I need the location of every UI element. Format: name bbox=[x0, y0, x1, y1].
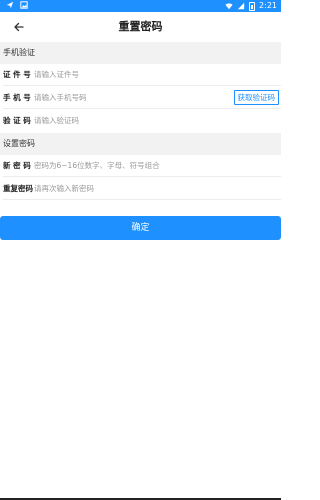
repeat-password-row[interactable]: 重复密码 请再次输入新密码 bbox=[0, 178, 281, 200]
page-title: 重置密码 bbox=[118, 20, 163, 33]
phone-number-row[interactable]: 手 机 号 请输入手机号码 获取验证码 bbox=[0, 87, 281, 109]
divider bbox=[3, 199, 281, 200]
verify-code-row[interactable]: 验 证 码 请输入验证码 bbox=[0, 110, 281, 132]
divider bbox=[3, 176, 281, 177]
repeat-password-label: 重复密码 bbox=[3, 184, 33, 193]
new-password-input[interactable]: 密码为6~16位数字、字母、符号组合 bbox=[34, 155, 160, 177]
wifi-icon bbox=[225, 3, 233, 10]
repeat-password-input[interactable]: 请再次输入新密码 bbox=[34, 178, 94, 200]
signal-icon bbox=[237, 2, 245, 10]
new-password-row[interactable]: 新 密 码 密码为6~16位数字、字母、符号组合 bbox=[0, 155, 281, 177]
image-icon bbox=[20, 1, 28, 9]
verify-code-label: 验 证 码 bbox=[3, 116, 31, 125]
id-number-input[interactable]: 请输入证件号 bbox=[34, 64, 79, 86]
id-number-label: 证 件 号 bbox=[3, 70, 31, 79]
nav-bar: 重置密码 bbox=[0, 12, 281, 42]
divider bbox=[3, 85, 281, 86]
phone-number-label: 手 机 号 bbox=[3, 93, 31, 102]
verify-code-input[interactable]: 请输入验证码 bbox=[34, 110, 79, 132]
send-icon bbox=[6, 1, 14, 9]
battery-icon bbox=[249, 1, 256, 11]
section-set-password: 设置密码 bbox=[0, 133, 281, 155]
section-phone-verify: 手机验证 bbox=[0, 42, 281, 64]
divider bbox=[3, 108, 281, 109]
new-password-label: 新 密 码 bbox=[3, 161, 31, 170]
phone-number-input[interactable]: 请输入手机号码 bbox=[34, 87, 87, 109]
get-code-button[interactable]: 获取验证码 bbox=[233, 90, 279, 105]
status-bar: 2:21 bbox=[0, 0, 281, 12]
id-number-row[interactable]: 证 件 号 请输入证件号 bbox=[0, 64, 281, 86]
status-time: 2:21 bbox=[259, 1, 277, 10]
confirm-button[interactable]: 确定 bbox=[0, 216, 281, 240]
